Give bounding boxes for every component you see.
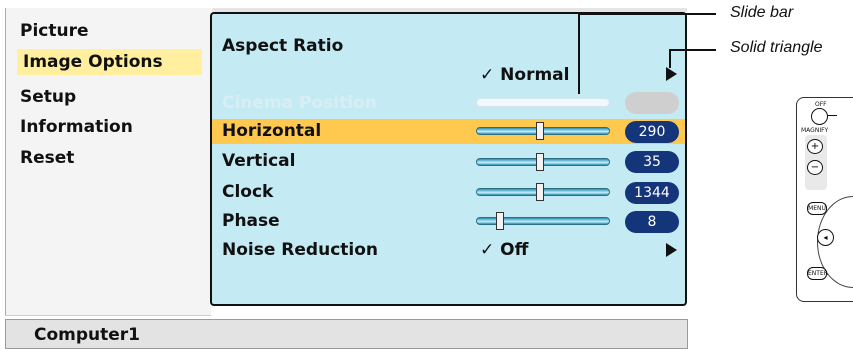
sidebar-item-reset[interactable]: Reset — [14, 145, 204, 171]
cinema-position-value — [625, 92, 679, 114]
sidebar-item-image-options[interactable]: Image Options — [17, 49, 202, 75]
noise-reduction-value[interactable]: ✓ Off — [480, 240, 528, 260]
triangle-callout-line-horizontal — [669, 49, 716, 51]
noise-reduction-label[interactable]: Noise Reduction — [222, 240, 378, 260]
horizontal-label[interactable]: Horizontal — [222, 121, 321, 141]
status-bar: Computer1 — [5, 319, 688, 349]
menu-sidebar: Picture Image Options Setup Information … — [5, 8, 211, 316]
triangle-callout-line-vertical — [669, 50, 671, 68]
solid-triangle-callout-label: Solid triangle — [730, 39, 823, 56]
cinema-position-slider — [476, 98, 610, 107]
input-source-label: Computer1 — [34, 325, 141, 345]
phase-value: 8 — [625, 211, 679, 233]
remote-control-illustration: OFF MAGNIFY + − MENU ◂ ENTER — [796, 97, 853, 302]
slide-bar-callout-line-vertical — [578, 14, 580, 94]
slide-bar-callout-label: Slide bar — [730, 4, 794, 21]
aspect-ratio-value[interactable]: ✓ Normal — [480, 65, 569, 85]
horizontal-slider-knob[interactable] — [536, 122, 545, 140]
vertical-value: 35 — [625, 151, 679, 173]
sidebar-item-information[interactable]: Information — [14, 114, 204, 140]
remote-menu-button: MENU — [807, 202, 827, 215]
vertical-slider-knob[interactable] — [536, 153, 545, 171]
remote-enter-button: ENTER — [807, 267, 828, 280]
clock-slider-knob[interactable] — [536, 183, 545, 201]
remote-plus-button: + — [807, 139, 823, 154]
remote-minus-button: − — [807, 160, 823, 175]
clock-label[interactable]: Clock — [222, 182, 273, 202]
remote-off-line — [827, 115, 837, 116]
slide-bar-callout-line-horizontal — [578, 13, 716, 15]
remote-left-arrow-icon: ◂ — [817, 229, 834, 246]
phase-slider-knob[interactable] — [496, 212, 505, 230]
remote-off-button — [811, 108, 828, 125]
remote-magnify-label: MAGNIFY — [801, 127, 829, 134]
sidebar-item-picture[interactable]: Picture — [14, 18, 204, 44]
remote-off-label: OFF — [815, 101, 827, 108]
aspect-ratio-label[interactable]: Aspect Ratio — [222, 36, 343, 56]
noise-reduction-triangle-icon[interactable] — [666, 243, 677, 257]
cinema-position-label: Cinema Position — [222, 93, 377, 113]
clock-value: 1344 — [625, 182, 679, 204]
aspect-ratio-triangle-icon[interactable] — [666, 67, 677, 81]
vertical-label[interactable]: Vertical — [222, 151, 295, 171]
phase-label[interactable]: Phase — [222, 211, 280, 231]
horizontal-value: 290 — [625, 121, 679, 143]
sidebar-item-setup[interactable]: Setup — [14, 84, 204, 110]
